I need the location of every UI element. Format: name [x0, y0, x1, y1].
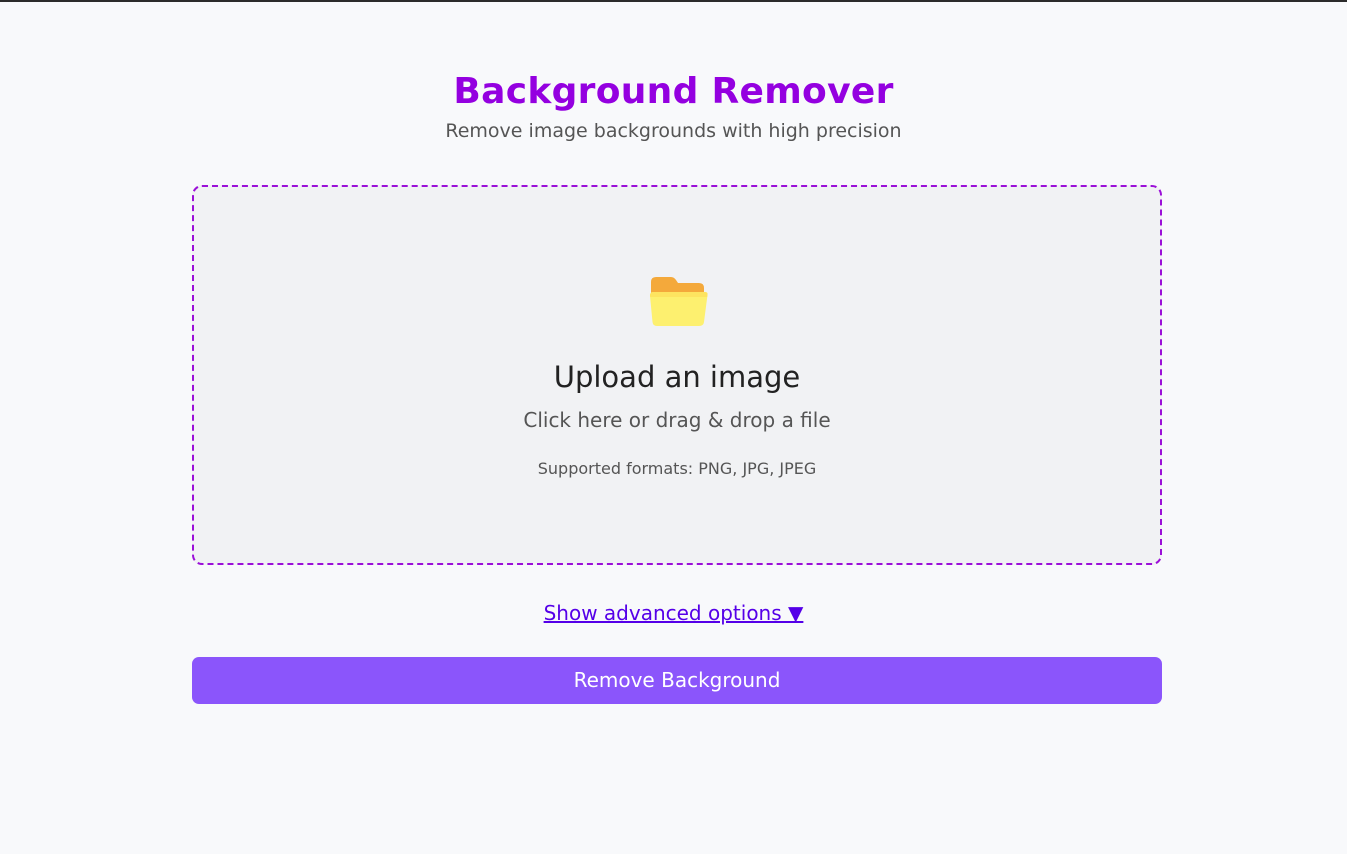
remove-background-button[interactable]: Remove Background: [192, 657, 1162, 704]
upload-hint: Click here or drag & drop a file: [523, 408, 831, 432]
upload-title: Upload an image: [553, 360, 801, 394]
header: Background Remover Remove image backgrou…: [0, 70, 1347, 143]
page-title: Background Remover: [453, 71, 894, 112]
folder-icon: [650, 277, 708, 326]
supported-formats: Supported formats: PNG, JPG, JPEG: [537, 459, 817, 478]
advanced-options-container: Show advanced options ▼: [0, 600, 1347, 626]
page-subtitle: Remove image backgrounds with high preci…: [445, 120, 902, 142]
page: Background Remover Remove image backgrou…: [0, 0, 1347, 854]
upload-dropzone[interactable]: Upload an image Click here or drag & dro…: [192, 185, 1162, 565]
advanced-options-link[interactable]: Show advanced options ▼: [544, 601, 804, 625]
top-divider: [0, 0, 1347, 2]
